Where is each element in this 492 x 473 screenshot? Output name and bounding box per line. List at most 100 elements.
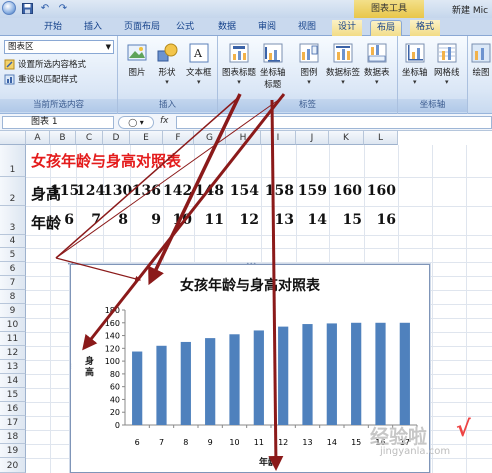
age-cell[interactable]: 11: [194, 212, 224, 228]
tab-home[interactable]: 开始: [38, 20, 68, 36]
row-header-11[interactable]: 11: [0, 332, 26, 346]
height-cell[interactable]: 124: [76, 183, 105, 199]
row-header-18[interactable]: 18: [0, 430, 26, 444]
select-all-corner[interactable]: [0, 131, 26, 145]
fx-icon[interactable]: fx: [160, 116, 169, 126]
age-cell[interactable]: 8: [103, 212, 128, 228]
format-selection-button[interactable]: 设置所选内容格式: [4, 58, 86, 70]
textbox-icon: A: [188, 42, 210, 64]
row-header-12[interactable]: 12: [0, 346, 26, 360]
chart-title-label: 图表标题: [222, 68, 257, 78]
age-cell[interactable]: 13: [261, 212, 294, 228]
axis-titles-button[interactable]: 坐标轴 标题: [260, 42, 286, 90]
axis-titles-icon: [262, 42, 284, 64]
age-cell[interactable]: 7: [76, 212, 101, 228]
row-header-19[interactable]: 19: [0, 444, 26, 458]
reset-style-label: 重设以匹配样式: [18, 75, 78, 85]
row-header-1[interactable]: 1: [0, 145, 26, 177]
height-cell[interactable]: 130: [103, 183, 132, 199]
row-header-14[interactable]: 14: [0, 374, 26, 388]
row-header-3[interactable]: 3: [0, 206, 26, 235]
column-header-i[interactable]: I: [261, 131, 296, 145]
chart-title-button[interactable]: 图表标题 ▾: [222, 42, 256, 86]
group-labels: 图表标题 ▾ 坐标轴 标题 图例 ▾ 数据标签 ▾ 数据表 ▾ 标签: [218, 36, 398, 114]
plot-area-button[interactable]: 绘图: [470, 42, 492, 78]
grid-hline: [26, 177, 492, 178]
tab-data[interactable]: 数据: [212, 20, 242, 36]
tab-design[interactable]: 设计: [332, 20, 363, 36]
height-cell[interactable]: 136: [130, 183, 161, 199]
tab-format[interactable]: 格式: [410, 20, 441, 36]
height-cell[interactable]: 160: [329, 183, 362, 199]
row-header-13[interactable]: 13: [0, 360, 26, 374]
column-header-e[interactable]: E: [130, 131, 163, 145]
column-header-l[interactable]: L: [364, 131, 398, 145]
row-header-8[interactable]: 8: [0, 290, 26, 304]
reset-style-icon: [4, 74, 15, 85]
formula-input[interactable]: [176, 116, 492, 129]
column-header-h[interactable]: H: [226, 131, 261, 145]
row-header-15[interactable]: 15: [0, 388, 26, 402]
picture-button[interactable]: 图片: [126, 42, 148, 78]
column-header-d[interactable]: D: [103, 131, 130, 145]
age-cell[interactable]: 12: [226, 212, 259, 228]
height-cell[interactable]: 148: [194, 183, 224, 199]
name-box[interactable]: 图表 1: [2, 116, 114, 129]
y-tick-label: 140: [105, 332, 120, 341]
shapes-button[interactable]: 形状 ▾: [156, 42, 178, 86]
tab-insert[interactable]: 插入: [78, 20, 108, 36]
plot-area-label: 绘图: [472, 68, 490, 78]
height-cell[interactable]: 154: [226, 183, 259, 199]
gridlines-button[interactable]: 网格线 ▾: [434, 42, 460, 86]
column-header-f[interactable]: F: [163, 131, 194, 145]
age-cell[interactable]: 6: [50, 212, 74, 228]
age-cell[interactable]: 16: [364, 212, 396, 228]
tab-formulas[interactable]: 公式: [170, 20, 200, 36]
age-cell[interactable]: 10: [163, 212, 192, 228]
x-tick-label: 10: [229, 438, 239, 447]
chart-elements-combo[interactable]: 图表区 ▼: [4, 40, 114, 54]
column-header-c[interactable]: C: [76, 131, 103, 145]
age-cell[interactable]: 15: [329, 212, 362, 228]
legend-button[interactable]: 图例 ▾: [298, 42, 320, 86]
age-cell[interactable]: 14: [296, 212, 327, 228]
row-header-2[interactable]: 2: [0, 177, 26, 206]
office-button[interactable]: [2, 1, 16, 15]
age-cell[interactable]: 9: [130, 212, 161, 228]
y-tick-label: 40: [110, 395, 120, 404]
reset-style-button[interactable]: 重设以匹配样式: [4, 73, 78, 85]
height-cell[interactable]: 142: [163, 183, 192, 199]
tab-page-layout[interactable]: 页面布局: [118, 20, 166, 36]
height-cell[interactable]: 160: [364, 183, 396, 199]
axes-button[interactable]: 坐标轴 ▾: [402, 42, 428, 86]
tab-review[interactable]: 审阅: [252, 20, 282, 36]
row-header-5[interactable]: 5: [0, 248, 26, 262]
height-cell[interactable]: 158: [261, 183, 294, 199]
column-header-a[interactable]: A: [26, 131, 50, 145]
x-tick-label: 8: [183, 438, 188, 447]
textbox-button[interactable]: A 文本框 ▾: [186, 42, 212, 86]
tab-layout[interactable]: 布局: [370, 20, 403, 37]
row-header-10[interactable]: 10: [0, 318, 26, 332]
column-header-g[interactable]: G: [194, 131, 226, 145]
row-header-7[interactable]: 7: [0, 276, 26, 290]
data-table-button[interactable]: 数据表 ▾: [364, 42, 390, 86]
data-labels-button[interactable]: 数据标签 ▾: [326, 42, 360, 86]
column-header-j[interactable]: J: [296, 131, 329, 145]
row-header-4[interactable]: 4: [0, 235, 26, 248]
column-header-b[interactable]: B: [50, 131, 76, 145]
height-cell[interactable]: 115: [50, 183, 79, 199]
height-cell[interactable]: 159: [296, 183, 327, 199]
shapes-icon: [156, 42, 178, 64]
tab-view[interactable]: 视图: [292, 20, 322, 36]
row-header-17[interactable]: 17: [0, 416, 26, 430]
row-header-20[interactable]: 20: [0, 458, 26, 473]
redo-icon[interactable]: ↷: [56, 1, 70, 15]
row-header-9[interactable]: 9: [0, 304, 26, 318]
row-header-6[interactable]: 6: [0, 262, 26, 276]
undo-icon[interactable]: ↶: [38, 1, 52, 15]
row-header-16[interactable]: 16: [0, 402, 26, 416]
save-icon[interactable]: [20, 1, 34, 15]
formula-expand-control[interactable]: ◯ ▾: [118, 116, 154, 129]
column-header-k[interactable]: K: [329, 131, 364, 145]
